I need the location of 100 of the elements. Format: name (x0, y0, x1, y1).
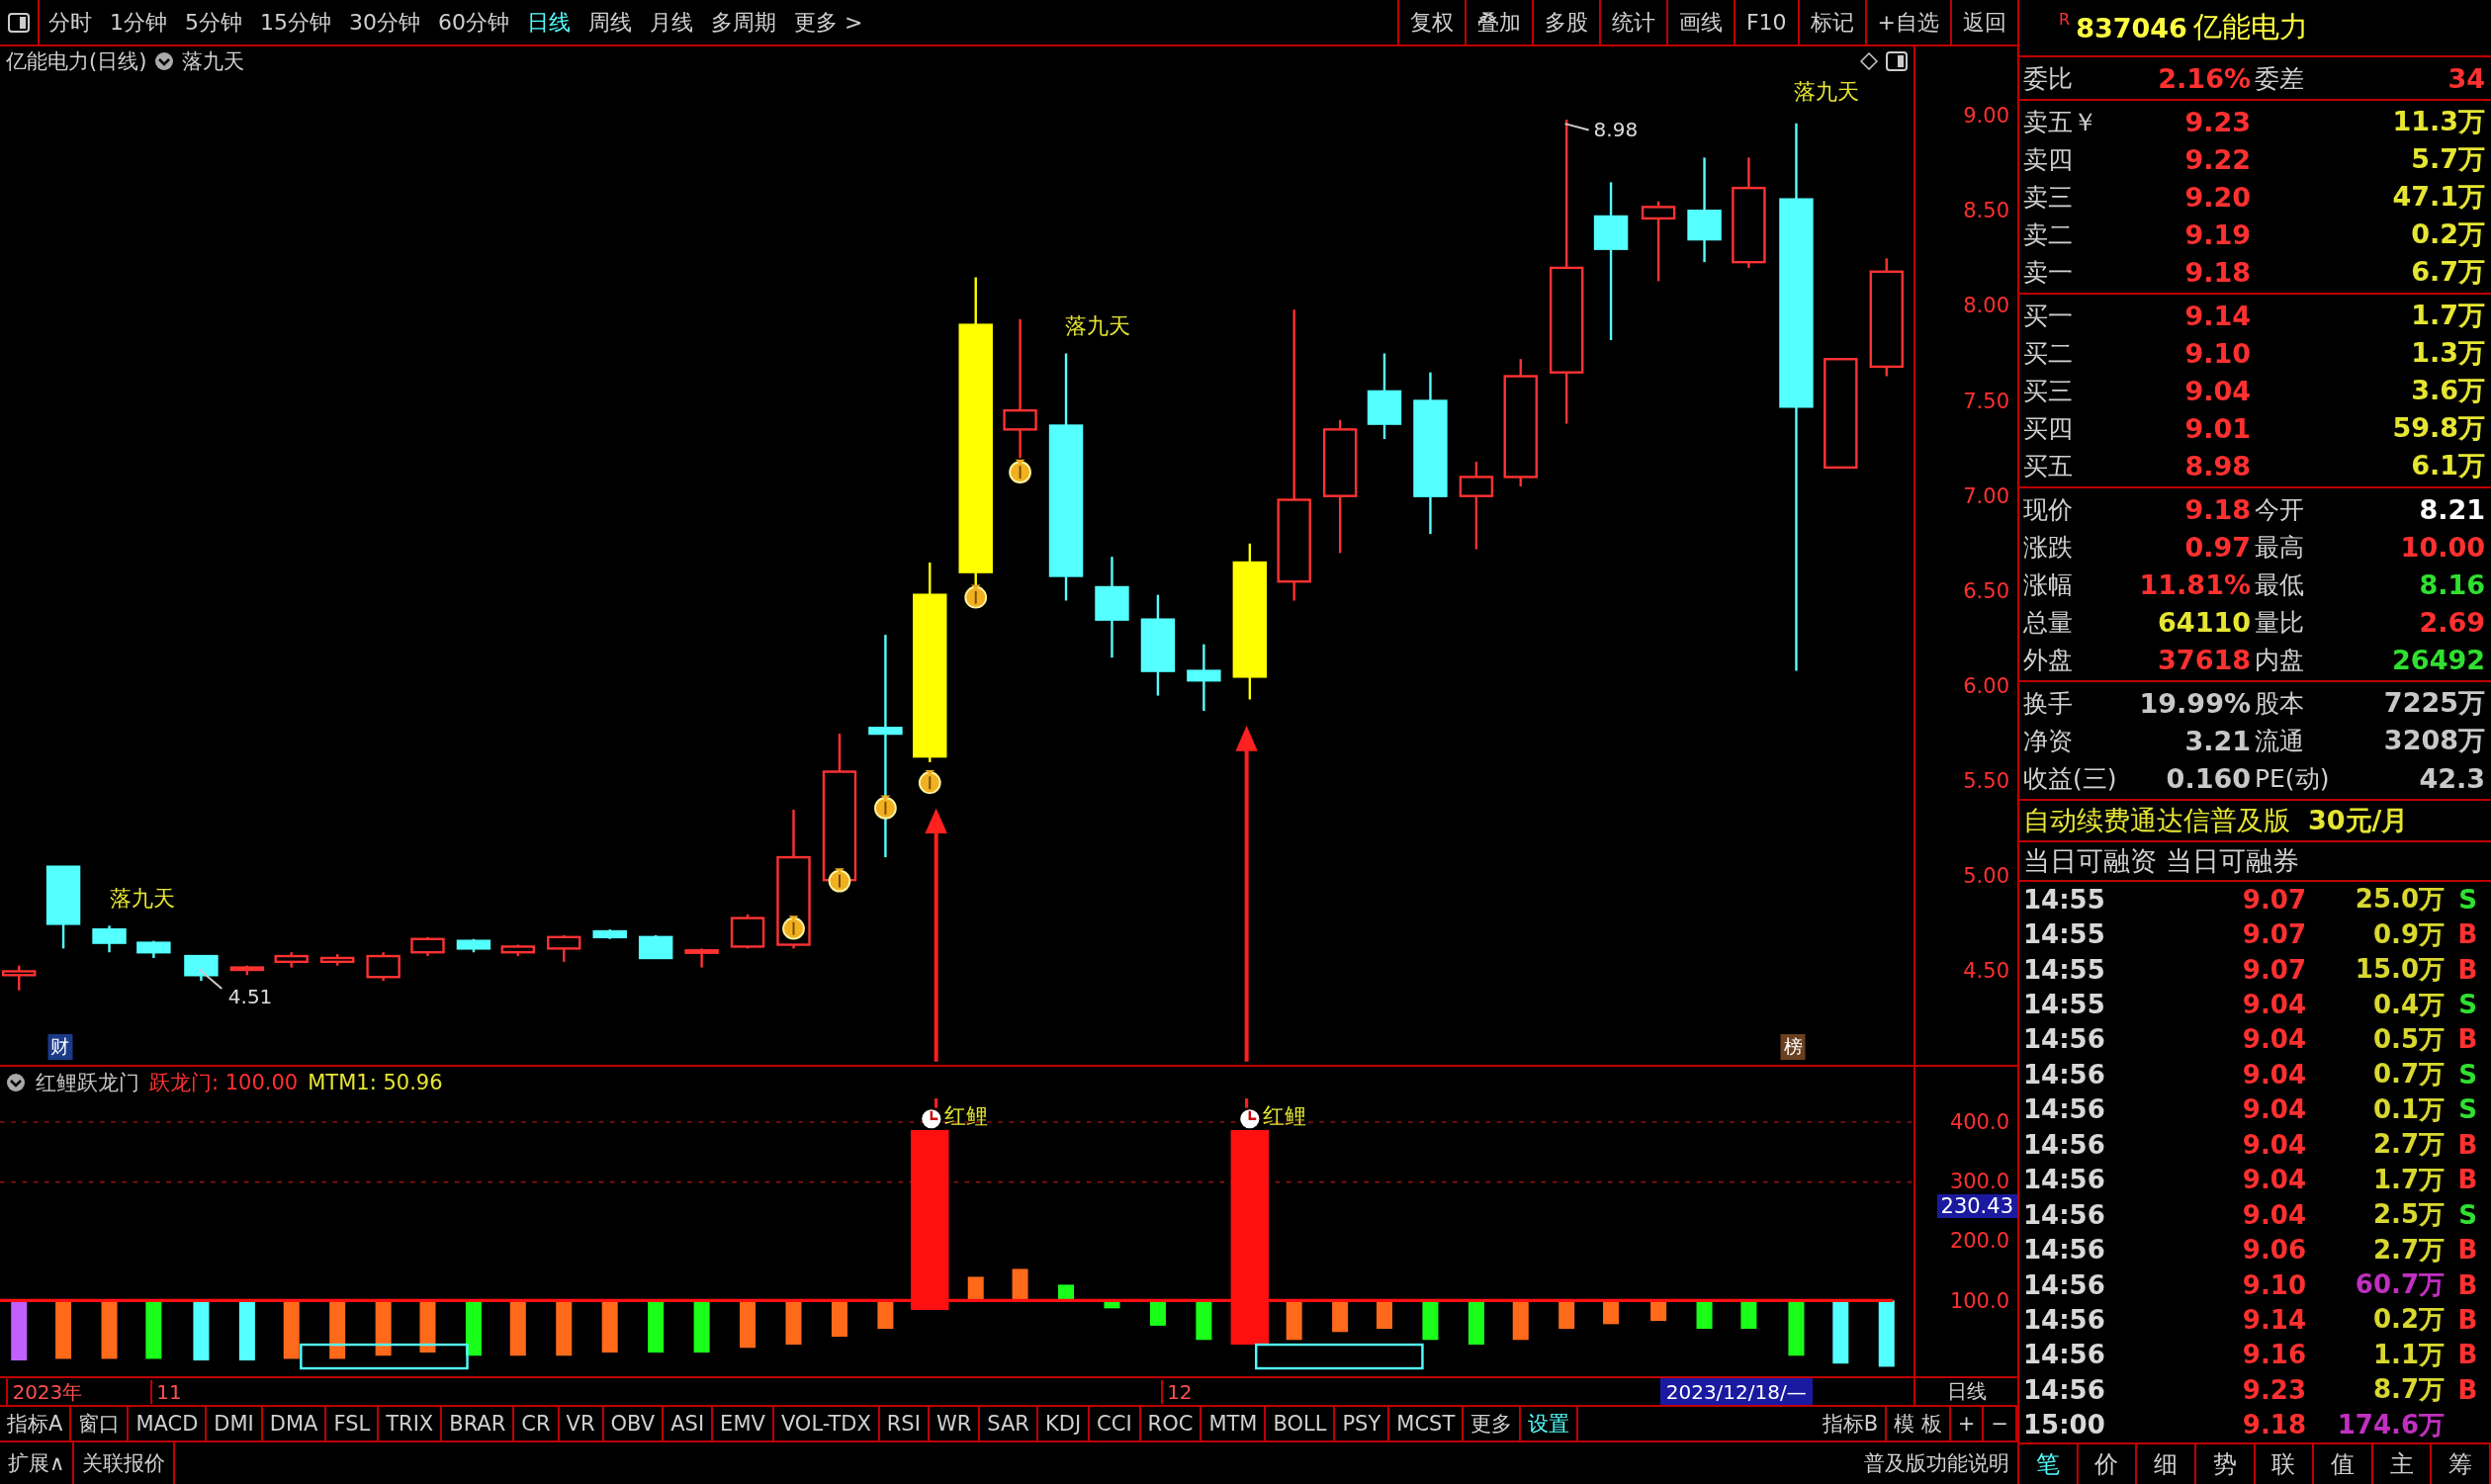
indicator-tab[interactable]: MACD (129, 1407, 208, 1440)
detail-tab[interactable]: 价 (2078, 1444, 2138, 1484)
detail-tab[interactable]: 势 (2195, 1444, 2256, 1484)
indicator-tab[interactable]: CCI (1090, 1407, 1141, 1440)
detail-tab[interactable]: 细 (2137, 1444, 2196, 1484)
axis-label: 200.0 (1949, 1229, 2009, 1254)
period-tab[interactable]: 更多 > (785, 0, 872, 44)
period-tab[interactable]: 月线 (641, 0, 702, 44)
period-tab[interactable]: 60分钟 (429, 0, 518, 44)
trade-side: B (2456, 954, 2479, 985)
panel-icon[interactable] (1886, 51, 1908, 71)
high-price-label: 8.98 (1593, 118, 1639, 142)
indicator-tab[interactable]: 设置 (1521, 1407, 1579, 1440)
indicator-tab[interactable]: TRIX (379, 1407, 443, 1440)
indicator-tab[interactable]: BRAR (442, 1407, 515, 1440)
toolbar-button[interactable]: 统计 (1598, 0, 1666, 44)
trade-volume: 25.0万 (2354, 883, 2445, 917)
histogram-bar (1286, 1300, 1302, 1341)
period-tab[interactable]: 周线 (579, 0, 641, 44)
field-value: 10.00 (2399, 531, 2485, 563)
panel-icon[interactable] (8, 12, 30, 33)
chevron-icon[interactable] (6, 1073, 26, 1092)
indicator-tab[interactable]: SAR (980, 1407, 1038, 1440)
detail-tab[interactable]: 值 (2314, 1444, 2373, 1484)
period-tab[interactable]: 30分钟 (340, 0, 429, 44)
diamond-icon[interactable] (1860, 52, 1878, 70)
axis-label: 8.00 (1963, 294, 2009, 318)
current-value-label: 230.43 (1936, 1193, 2017, 1218)
indicator-tab[interactable]: KDJ (1037, 1407, 1091, 1440)
status-button[interactable]: 关联报价 (74, 1442, 176, 1484)
field-label: 收益(三) (2022, 762, 2118, 795)
toolbar-button[interactable]: 画线 (1665, 0, 1734, 44)
trade-volume: 2.7万 (2371, 1128, 2445, 1162)
indicator-tab[interactable]: BOLL (1266, 1407, 1336, 1440)
candle (547, 934, 581, 962)
toolbar-button[interactable]: +自选 (1864, 0, 1950, 44)
level-label: 买一 (2022, 300, 2074, 332)
indicator-tab[interactable]: RSI (879, 1407, 930, 1440)
indicator-tab[interactable]: MTM (1201, 1407, 1267, 1440)
trade-time: 14:56 (2022, 1374, 2106, 1405)
level-price: 9.23 (2183, 106, 2251, 137)
period-tab[interactable]: 多周期 (702, 0, 785, 44)
histogram-bar (1149, 1300, 1166, 1326)
indicator-tab[interactable]: WR (929, 1407, 981, 1440)
field-value: 64110 (2157, 606, 2251, 638)
period-tab[interactable]: 分时 (40, 0, 101, 44)
detail-tab[interactable]: 筹 (2432, 1444, 2491, 1484)
trade-price: 9.23 (2241, 1374, 2306, 1405)
detail-tab[interactable]: 笔 (2019, 1444, 2079, 1484)
histogram-bar (1422, 1300, 1439, 1341)
toolbar-button[interactable]: 标记 (1797, 0, 1865, 44)
indicator-tab[interactable]: DMA (262, 1407, 327, 1440)
trade-side: B (2456, 919, 2479, 950)
indicator-tab[interactable]: 模 板 (1887, 1407, 1951, 1440)
indicator-tab[interactable]: DMI (207, 1407, 263, 1440)
toolbar-button[interactable]: 返回 (1950, 0, 2017, 44)
level-price: 9.14 (2183, 300, 2251, 331)
indicator-tab[interactable]: PSY (1335, 1407, 1390, 1440)
trade-time: 14:56 (2022, 1235, 2106, 1266)
period-tab[interactable]: 15分钟 (251, 0, 340, 44)
trade-volume: 0.9万 (2371, 917, 2445, 951)
indicator-tab[interactable]: MCST (1389, 1407, 1465, 1440)
indicator-tab[interactable]: ROC (1140, 1407, 1202, 1440)
toolbar-button[interactable]: 叠加 (1464, 0, 1532, 44)
indicator-tab[interactable]: ASI (664, 1407, 714, 1440)
indicator-tab[interactable]: 更多 (1464, 1407, 1522, 1440)
candle (92, 925, 127, 953)
period-tab[interactable]: 日线 (518, 0, 579, 44)
finance-badge[interactable]: 财 (47, 1034, 73, 1061)
date-label: 11 (150, 1379, 182, 1404)
ranking-badge[interactable]: 榜 (1780, 1034, 1806, 1061)
indicator-tab[interactable]: EMV (713, 1407, 774, 1440)
field-label: PE(动) (2254, 762, 2331, 795)
toolbar-button[interactable]: 复权 (1396, 0, 1465, 44)
indicator-tab[interactable]: 指标A (0, 1407, 72, 1440)
indicator-tab[interactable]: VR (559, 1407, 604, 1440)
toolbar-button[interactable]: 多股 (1531, 0, 1599, 44)
status-button[interactable]: 扩展∧ (0, 1442, 75, 1484)
indicator-tab[interactable]: VOL-TDX (773, 1407, 880, 1440)
field-label: 流通 (2254, 725, 2305, 757)
toolbar-button[interactable]: F10 (1733, 0, 1798, 44)
indicator-tab[interactable]: 窗口 (71, 1407, 130, 1440)
histogram-bar (465, 1300, 482, 1356)
indicator-tab[interactable]: + (1950, 1407, 1985, 1440)
indicator-tab[interactable]: FSL (326, 1407, 380, 1440)
indicator-tab[interactable]: OBV (603, 1407, 665, 1440)
chevron-icon[interactable] (154, 51, 175, 71)
indicator-tab[interactable]: CR (514, 1407, 560, 1440)
signal-line (934, 1098, 938, 1108)
trade-time: 14:56 (2022, 1340, 2106, 1370)
candle (184, 954, 219, 982)
detail-tab[interactable]: 联 (2255, 1444, 2315, 1484)
detail-tab[interactable]: 主 (2372, 1444, 2433, 1484)
candle (684, 948, 719, 968)
indicator-tab[interactable]: 指标B (1815, 1407, 1888, 1440)
trade-price: 9.16 (2241, 1340, 2306, 1370)
indicator-tab[interactable]: − (1984, 1407, 2017, 1440)
period-tab[interactable]: 1分钟 (101, 0, 176, 44)
period-tab[interactable]: 5分钟 (176, 0, 251, 44)
help-link[interactable]: 普及版功能说明 (1856, 1442, 2017, 1484)
